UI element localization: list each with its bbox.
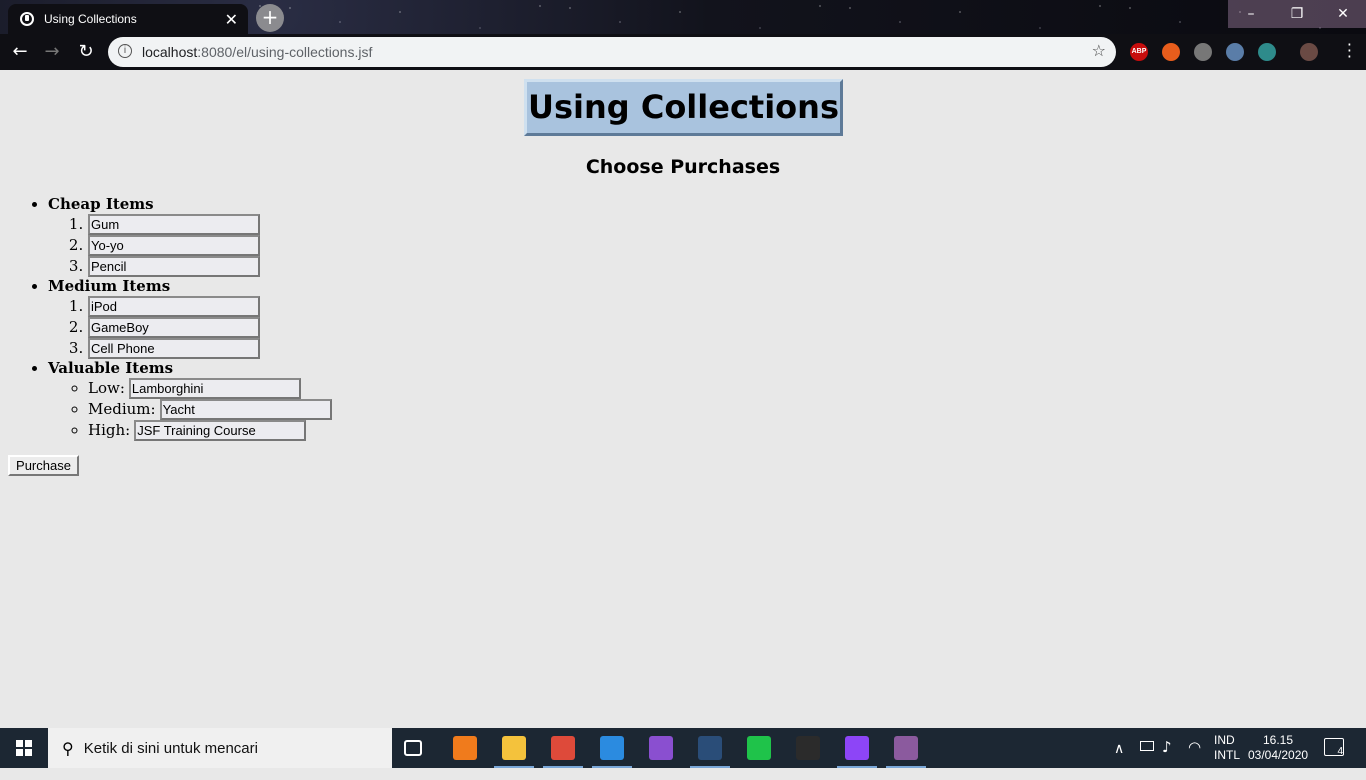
url-host: localhost bbox=[142, 44, 198, 60]
medium-item-field[interactable] bbox=[88, 338, 260, 359]
valuable-items-list: Low: Medium: High: bbox=[48, 378, 332, 441]
list-item bbox=[88, 256, 332, 277]
menu-dots-icon[interactable]: · · · bbox=[1347, 37, 1352, 65]
site-info-icon[interactable]: i bbox=[118, 44, 132, 58]
list-item bbox=[88, 214, 332, 235]
group-cheap: Cheap Items bbox=[48, 195, 332, 277]
valuable-high-field[interactable] bbox=[134, 420, 307, 441]
terminal-icon[interactable] bbox=[796, 736, 820, 760]
task-view-icon[interactable] bbox=[404, 740, 422, 756]
purchase-groups: Cheap Items Medium Items Valuable Items … bbox=[0, 195, 332, 441]
minimize-button[interactable]: – bbox=[1228, 0, 1274, 28]
address-bar[interactable]: i localhost:8080/el/using-collections.js… bbox=[108, 37, 1116, 67]
medium-items-list bbox=[48, 296, 332, 359]
page-content: Using Collections Choose Purchases Cheap… bbox=[0, 70, 1366, 728]
clock[interactable]: 16.15 03/04/2020 bbox=[1248, 733, 1308, 773]
window-controls: – ❐ ✕ bbox=[1228, 0, 1366, 28]
cheap-item-field[interactable] bbox=[88, 214, 260, 235]
valuable-low-field[interactable] bbox=[128, 378, 301, 399]
vscode-icon[interactable] bbox=[600, 736, 624, 760]
steam-icon[interactable] bbox=[698, 736, 722, 760]
extension-icon[interactable] bbox=[1194, 43, 1212, 61]
search-icon: ⚲ bbox=[62, 738, 74, 758]
medium-item-field[interactable] bbox=[88, 296, 260, 317]
extension-icon-2[interactable] bbox=[1226, 43, 1244, 61]
notification-count: 4 bbox=[1337, 746, 1343, 757]
valuable-medium-field[interactable] bbox=[159, 399, 332, 420]
url-path: :8080/el/using-collections.jsf bbox=[197, 44, 373, 60]
tab-title: Using Collections bbox=[44, 12, 137, 26]
windows-logo-icon bbox=[16, 740, 32, 756]
chevron-up-icon[interactable]: ∧ bbox=[1114, 740, 1124, 780]
valuable-low-label: Low: bbox=[88, 379, 125, 397]
page-title: Using Collections bbox=[524, 79, 843, 136]
group-label: Medium Items bbox=[48, 277, 171, 295]
page-subtitle: Choose Purchases bbox=[585, 156, 781, 178]
chrome-icon[interactable] bbox=[551, 736, 575, 760]
file-explorer-icon[interactable] bbox=[502, 736, 526, 760]
forward-arrow-icon[interactable]: → bbox=[40, 40, 64, 64]
twitch-icon[interactable] bbox=[845, 736, 869, 760]
new-tab-button[interactable]: + bbox=[256, 4, 284, 32]
language-indicator[interactable]: IND INTL bbox=[1214, 733, 1240, 773]
visual-studio-icon[interactable] bbox=[649, 736, 673, 760]
taskbar-search[interactable]: ⚲ Ketik di sini untuk mencari bbox=[48, 728, 392, 768]
group-label: Cheap Items bbox=[48, 195, 154, 213]
close-window-button[interactable]: ✕ bbox=[1320, 0, 1366, 28]
list-item bbox=[88, 296, 332, 317]
profile-avatar[interactable] bbox=[1300, 43, 1318, 61]
valuable-medium-label: Medium: bbox=[88, 400, 156, 418]
bookmark-star-icon[interactable]: ☆ bbox=[1092, 41, 1106, 60]
language-top: IND bbox=[1214, 733, 1235, 747]
windows-taskbar: ⚲ Ketik di sini untuk mencari ∧ ♪ ◠ IND … bbox=[0, 728, 1366, 768]
notification-icon[interactable]: 4 bbox=[1324, 738, 1344, 757]
valuable-high-label: High: bbox=[88, 421, 131, 439]
browser-toolbar: ← → ↻ i localhost:8080/el/using-collecti… bbox=[0, 34, 1366, 70]
reading-glasses-icon[interactable] bbox=[1258, 43, 1276, 61]
line-icon[interactable] bbox=[747, 736, 771, 760]
battery-icon[interactable] bbox=[1140, 741, 1154, 751]
list-item bbox=[88, 235, 332, 256]
volume-icon[interactable]: ♪ bbox=[1162, 738, 1172, 778]
reload-icon[interactable]: ↻ bbox=[74, 40, 98, 64]
group-medium: Medium Items bbox=[48, 277, 332, 359]
list-item bbox=[88, 317, 332, 338]
game-icon[interactable] bbox=[894, 736, 918, 760]
cheap-item-field[interactable] bbox=[88, 235, 260, 256]
start-button[interactable] bbox=[0, 728, 48, 768]
adblock-plus-icon[interactable]: ABP bbox=[1130, 43, 1148, 61]
group-label: Valuable Items bbox=[48, 359, 174, 377]
cheap-item-field[interactable] bbox=[88, 256, 260, 277]
url-text: localhost:8080/el/using-collections.jsf bbox=[142, 44, 372, 60]
list-item: Low: bbox=[88, 378, 332, 399]
fire-extension-icon[interactable] bbox=[1162, 43, 1180, 61]
clock-date: 03/04/2020 bbox=[1248, 748, 1309, 762]
wifi-icon[interactable]: ◠ bbox=[1188, 738, 1201, 778]
purchase-button[interactable]: Purchase bbox=[8, 455, 79, 476]
list-item: High: bbox=[88, 420, 332, 441]
group-valuable: Valuable Items Low: Medium: High: bbox=[48, 359, 332, 441]
maximize-button[interactable]: ❐ bbox=[1274, 0, 1320, 28]
cheap-items-list bbox=[48, 214, 332, 277]
xampp-icon[interactable] bbox=[453, 736, 477, 760]
language-bottom: INTL bbox=[1214, 748, 1241, 762]
list-item: Medium: bbox=[88, 399, 332, 420]
back-arrow-icon[interactable]: ← bbox=[8, 40, 32, 64]
clock-time: 16.15 bbox=[1262, 733, 1294, 747]
medium-item-field[interactable] bbox=[88, 317, 260, 338]
search-placeholder: Ketik di sini untuk mencari bbox=[83, 739, 258, 757]
list-item bbox=[88, 338, 332, 359]
globe-icon bbox=[20, 12, 34, 26]
browser-titlebar: Using Collections ✕ + – ❐ ✕ bbox=[0, 0, 1366, 34]
browser-tab[interactable]: Using Collections ✕ bbox=[8, 4, 248, 34]
tab-close-icon[interactable]: ✕ bbox=[225, 10, 238, 30]
